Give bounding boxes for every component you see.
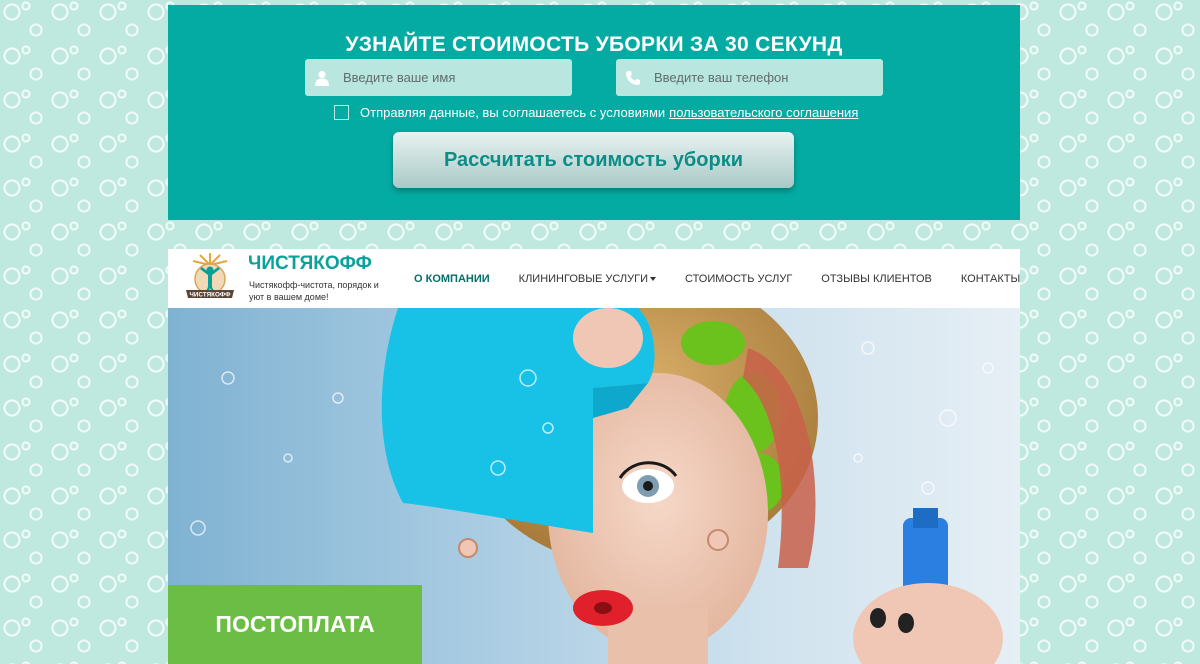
quote-form-panel: УЗНАЙТЕ СТОИМОСТЬ УБОРКИ ЗА 30 СЕКУНД От… bbox=[168, 5, 1020, 220]
consent-text: Отправляя данные, вы соглашаетесь с усло… bbox=[360, 105, 666, 120]
logo[interactable]: ЧИСТЯКОФФ bbox=[182, 251, 238, 305]
nav-item-label: КЛИНИНГОВЫЕ УСЛУГИ bbox=[518, 272, 648, 285]
nav-item-contacts[interactable]: КОНТАКТЫ bbox=[961, 273, 1020, 285]
name-input[interactable] bbox=[339, 59, 572, 96]
user-agreement-link[interactable]: пользовательского соглашения bbox=[669, 105, 858, 120]
caret-down-icon bbox=[649, 276, 656, 281]
brand-name[interactable]: ЧИСТЯКОФФ bbox=[248, 253, 372, 275]
brand-slogan: Чистякофф-чистота, порядок и уют в вашем… bbox=[249, 280, 379, 302]
postpayment-badge: ПОСТОПЛАТА bbox=[168, 585, 422, 664]
phone-field[interactable] bbox=[616, 59, 883, 96]
nav-item-about[interactable]: О КОМПАНИИ bbox=[414, 273, 490, 285]
user-icon bbox=[305, 59, 339, 96]
form-title: УЗНАЙТЕ СТОИМОСТЬ УБОРКИ ЗА 30 СЕКУНД bbox=[345, 33, 843, 56]
phone-input[interactable] bbox=[650, 59, 883, 96]
nav-item-prices[interactable]: СТОИМОСТЬ УСЛУГ bbox=[685, 273, 792, 285]
consent-row: Отправляя данные, вы соглашаетесь с усло… bbox=[334, 105, 858, 120]
logo-text: ЧИСТЯКОФФ bbox=[189, 292, 231, 299]
consent-checkbox[interactable] bbox=[334, 105, 349, 120]
name-field[interactable] bbox=[305, 59, 572, 96]
hero-banner: ПОСТОПЛАТА bbox=[168, 308, 1020, 664]
phone-icon bbox=[616, 59, 650, 96]
site-header: ЧИСТЯКОФФ ЧИСТЯКОФФ Чистякофф-чистота, п… bbox=[168, 249, 1020, 308]
calculate-price-button[interactable]: Рассчитать стоимость уборки bbox=[393, 132, 794, 188]
main-nav: О КОМПАНИИ КЛИНИНГОВЫЕ УСЛУГИ СТОИМОСТЬ … bbox=[414, 249, 1049, 308]
nav-item-cleaning-services[interactable]: КЛИНИНГОВЫЕ УСЛУГИ bbox=[519, 273, 656, 285]
nav-item-reviews[interactable]: ОТЗЫВЫ КЛИЕНТОВ bbox=[821, 273, 932, 285]
